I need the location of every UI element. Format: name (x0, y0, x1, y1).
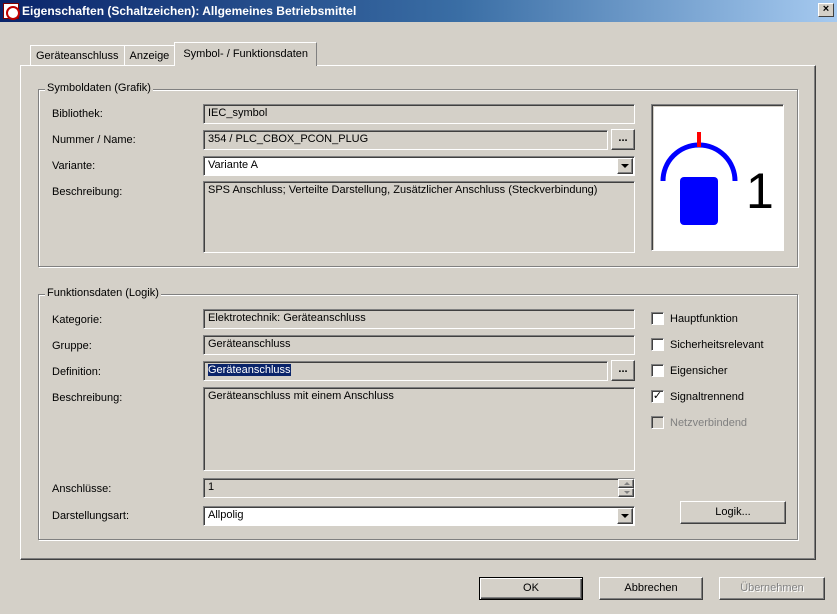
checkbox-box[interactable] (651, 364, 664, 377)
gruppe-label: Gruppe: (52, 340, 92, 352)
checkbox-label: Hauptfunktion (670, 312, 738, 325)
checkbox-eigensicher[interactable]: Eigensicher (651, 364, 727, 377)
symbol-arc (660, 142, 738, 182)
symbol-preview: 1 (651, 104, 784, 251)
checkmark-icon[interactable]: ✓ (651, 390, 664, 403)
darstellungsart-label: Darstellungsart: (52, 510, 130, 522)
window-title: Eigenschaften (Schaltzeichen): Allgemein… (22, 4, 357, 18)
bibliothek-label: Bibliothek: (52, 108, 103, 120)
checkbox-label: Sicherheitsrelevant (670, 338, 764, 351)
symbol-beschreibung-field: SPS Anschluss; Verteilte Darstellung, Zu… (203, 181, 635, 253)
gruppe-field: Geräteanschluss (203, 335, 635, 355)
symbol-browse-button[interactable]: ... (611, 129, 635, 150)
definition-label: Definition: (52, 366, 101, 378)
anschluesse-label: Anschlüsse: (52, 483, 112, 495)
kategorie-field: Elektrotechnik: Geräteanschluss (203, 309, 635, 329)
checkbox-box (651, 416, 664, 429)
definition-field[interactable]: Geräteanschluss (203, 361, 608, 381)
function-beschreibung-label: Beschreibung: (52, 392, 123, 404)
variante-value: Variante A (208, 159, 258, 171)
close-button[interactable]: × (818, 3, 834, 17)
darstellungsart-select[interactable]: Allpolig (203, 506, 635, 526)
checkbox-label: Eigensicher (670, 364, 728, 377)
spin-up-icon (618, 479, 634, 488)
nummer-name-label: Nummer / Name: (52, 134, 136, 146)
darstellungsart-dropdown-icon[interactable] (617, 508, 633, 524)
tab-symbol-funktionsdaten[interactable]: Symbol- / Funktionsdaten (174, 42, 318, 66)
checkbox-label: Netzverbindend (670, 416, 748, 429)
checkbox-label: Signaltrennend (670, 390, 745, 403)
function-beschreibung-field: Geräteanschluss mit einem Anschluss (203, 387, 635, 471)
checkbox-box[interactable] (651, 338, 664, 351)
definition-browse-button[interactable]: ... (611, 360, 635, 381)
anschluesse-field: 1 (203, 478, 635, 498)
tab-strip: Geräteanschluss Anzeige Symbol- / Funkti… (30, 42, 318, 66)
checkbox-box[interactable] (651, 312, 664, 325)
symbol-number: 1 (746, 163, 774, 219)
variante-dropdown-icon[interactable] (617, 158, 633, 174)
symbol-beschreibung-label: Beschreibung: (52, 186, 123, 198)
ok-button[interactable]: OK (479, 577, 583, 600)
checkbox-netzverbindend: Netzverbindend (651, 416, 747, 429)
symbol-body (680, 177, 718, 225)
apply-button: Übernehmen (719, 577, 825, 600)
variante-select[interactable]: Variante A (203, 156, 635, 176)
darstellungsart-value: Allpolig (208, 509, 244, 521)
definition-value: Geräteanschluss (208, 364, 291, 376)
plc-connector-symbol-icon: 1 (660, 132, 774, 225)
tab-anzeige[interactable]: Anzeige (123, 45, 176, 66)
tab-geraeteanschluss[interactable]: Geräteanschluss (30, 45, 125, 66)
symbol-data-legend: Symboldaten (Grafik) (45, 82, 153, 94)
title-bar: Eigenschaften (Schaltzeichen): Allgemein… (0, 0, 837, 22)
nummer-name-field: 354 / PLC_CBOX_PCON_PLUG (203, 130, 608, 150)
checkbox-sicherheitsrelevant[interactable]: Sicherheitsrelevant (651, 338, 764, 351)
kategorie-label: Kategorie: (52, 314, 103, 326)
logik-button[interactable]: Logik... (680, 501, 786, 524)
app-icon (3, 3, 20, 20)
function-data-legend: Funktionsdaten (Logik) (45, 287, 161, 299)
anschluesse-spinner (618, 479, 634, 497)
bibliothek-field: IEC_symbol (203, 104, 635, 124)
spin-down-icon (618, 488, 634, 497)
checkbox-hauptfunktion[interactable]: Hauptfunktion (651, 312, 738, 325)
cancel-button[interactable]: Abbrechen (599, 577, 703, 600)
variante-label: Variante: (52, 160, 96, 172)
checkbox-signaltrennend[interactable]: ✓ Signaltrennend (651, 390, 744, 403)
